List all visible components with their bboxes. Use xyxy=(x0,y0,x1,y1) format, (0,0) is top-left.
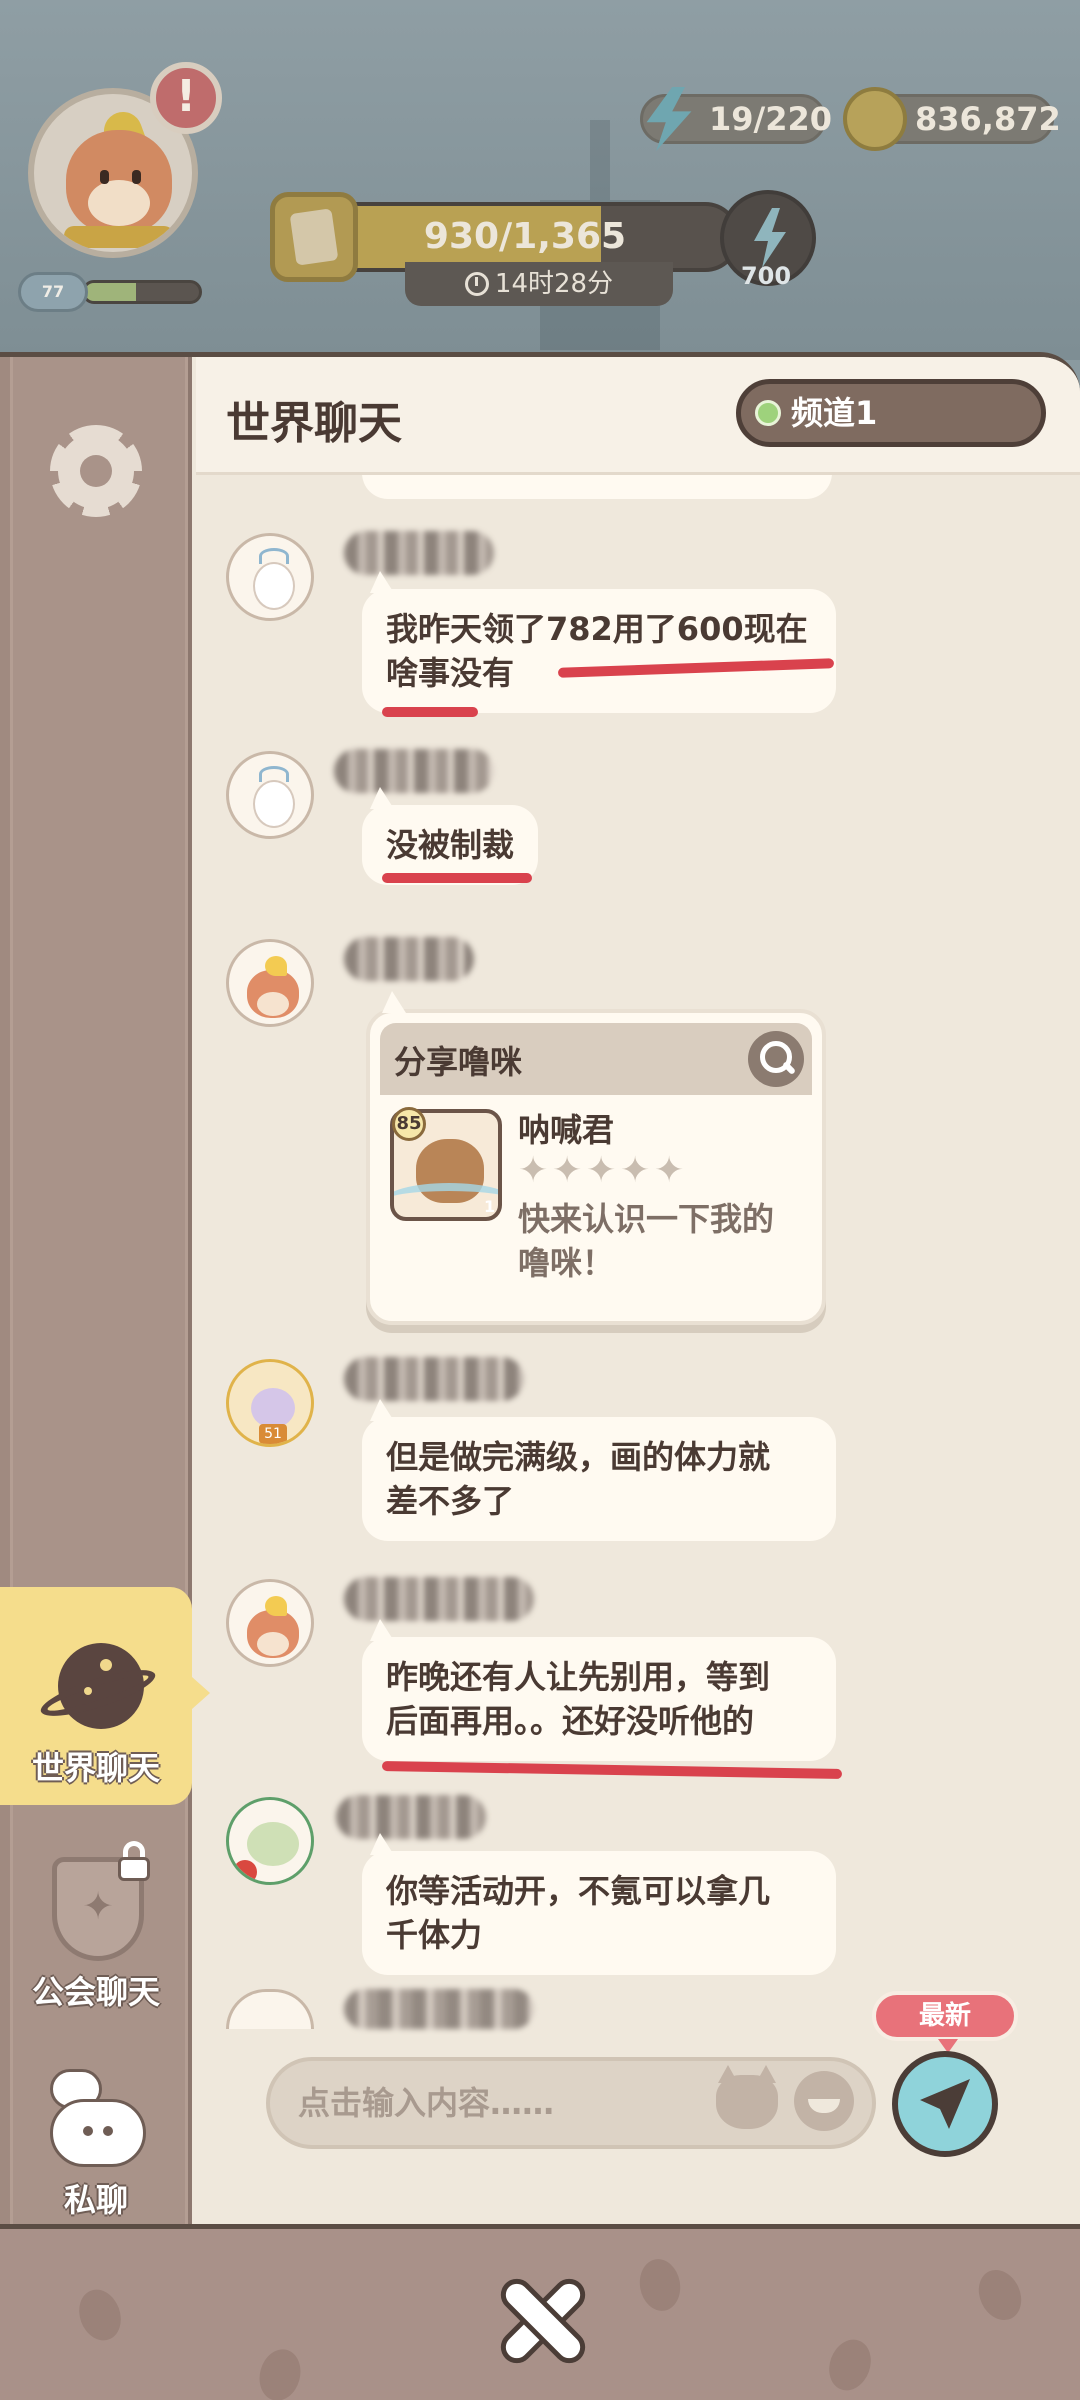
paw-decoration xyxy=(635,2255,685,2315)
blurred-username xyxy=(334,749,494,793)
message-input[interactable]: 点击输入内容…… xyxy=(266,2057,876,2149)
chat-input-bar: 点击输入内容…… 最新 xyxy=(196,1991,1080,2224)
player-level: 77 xyxy=(18,272,88,312)
channel-selector[interactable]: 频道1 xyxy=(736,379,1046,447)
newest-messages-button[interactable]: 最新 xyxy=(872,1991,1018,2053)
message-line: 没被制裁 xyxy=(386,826,515,864)
rating-stars: ✦ ✦ ✦ ✦ ✦ xyxy=(518,1151,694,1191)
message-line: 但是做完满级，画的体力就 xyxy=(386,1438,771,1476)
gear-icon[interactable] xyxy=(50,425,142,517)
tab-world-chat[interactable]: 世界聊天 xyxy=(0,1587,210,1805)
sheep-avatar[interactable] xyxy=(226,751,314,839)
highlight-underline xyxy=(382,873,532,883)
coin-icon xyxy=(843,87,907,151)
chat-header: 世界聊天 频道1 xyxy=(196,357,1080,475)
frog-avatar[interactable] xyxy=(226,1797,314,1885)
message-line: 差不多了 xyxy=(386,1482,515,1520)
clock-icon xyxy=(464,272,489,296)
send-button[interactable] xyxy=(892,2051,998,2157)
page-title: 世界聊天 xyxy=(226,398,402,449)
message-line: 你等活动开，不氪可以拿几 xyxy=(386,1872,771,1910)
blurred-username xyxy=(344,1357,524,1401)
coin-counter[interactable]: 836,872 xyxy=(843,87,1061,151)
energy-counter[interactable]: 19/220 xyxy=(640,87,832,151)
pet-level-badge: 85 xyxy=(392,1107,426,1141)
fox-avatar[interactable] xyxy=(226,939,314,1027)
pet-name: 呐喊君 xyxy=(518,1111,615,1149)
highlight-underline xyxy=(382,707,478,717)
search-icon[interactable] xyxy=(748,1031,804,1087)
chat-sidebar: 世界聊天 公会聊天 私聊 xyxy=(0,357,210,2224)
blurred-username xyxy=(344,937,474,981)
pet-description: 快来认识一下我的 噜咪！ xyxy=(518,1200,775,1282)
bottom-bar xyxy=(0,2224,1080,2400)
timer-text: 14时28分 xyxy=(494,269,614,299)
chat-panel: 世界聊天 公会聊天 私聊 世界聊天 频道1 我昨天领了782用了600现在 xyxy=(0,352,1080,2224)
energy-value: 19/220 xyxy=(709,100,833,138)
card-title: 分享噜咪 xyxy=(394,1043,523,1081)
avatar-level-badge: 51 xyxy=(259,1424,287,1444)
xp-bar xyxy=(82,280,202,304)
paw-decoration xyxy=(970,2262,1030,2328)
tab-guild-chat[interactable]: 公会聊天 xyxy=(0,1827,192,2027)
online-dot-icon xyxy=(755,400,781,426)
alert-badge[interactable]: ! xyxy=(150,62,222,134)
star-icon: ✦ xyxy=(620,1150,651,1191)
blurred-username xyxy=(344,1989,534,2029)
fox-avatar[interactable] xyxy=(226,1579,314,1667)
chat-bubble: 昨晚还有人让先别用，等到 后面再用。。还好没听他的 xyxy=(362,1619,836,1761)
sheep-avatar[interactable] xyxy=(226,533,314,621)
blurred-username xyxy=(344,1577,534,1621)
chat-bubble xyxy=(362,475,832,499)
sticker-cat-icon[interactable] xyxy=(716,2065,778,2129)
close-button[interactable] xyxy=(500,2279,584,2363)
stamina-bonus-value: 700 xyxy=(740,262,792,290)
chat-bubble: 你等活动开，不氪可以拿几 千体力 xyxy=(362,1833,836,1975)
message-line: 我昨天领了782用了600现在 xyxy=(386,610,808,648)
blurred-username xyxy=(344,531,494,575)
channel-label: 频道1 xyxy=(791,394,878,432)
star-icon: ✦ xyxy=(654,1150,685,1191)
star-icon: ✦ xyxy=(586,1150,617,1191)
blurred-username xyxy=(336,1795,486,1839)
message-list[interactable]: 我昨天领了782用了600现在 啥事没有 没被制裁 分享噜咪 85 1 呐喊君 … xyxy=(196,475,1080,2035)
highlight-underline xyxy=(381,1760,843,1780)
star-icon: ✦ xyxy=(518,1150,549,1191)
message-line: 昨晚还有人让先别用，等到 xyxy=(386,1658,771,1696)
coin-value: 836,872 xyxy=(915,100,1061,138)
emoji-icon[interactable] xyxy=(794,2071,854,2131)
paw-decoration xyxy=(822,2333,878,2397)
crown-avatar[interactable]: 51 xyxy=(226,1359,314,1447)
top-hud: ! 77 19/220 836,872 930/1,365 700 14时28分 xyxy=(0,0,1080,360)
tab-private-chat[interactable]: 私聊 xyxy=(0,2047,192,2224)
avatar[interactable] xyxy=(226,1989,314,2029)
pet-count: 1 xyxy=(484,1197,496,1216)
chat-bubble: 但是做完满级，画的体力就 差不多了 xyxy=(362,1399,836,1541)
lock-icon xyxy=(114,1841,154,1881)
paw-decoration xyxy=(253,2344,307,2400)
tab-label: 私聊 xyxy=(63,2181,128,2219)
refill-timer: 14时28分 xyxy=(405,262,673,306)
pet-share-card[interactable]: 分享噜咪 85 1 呐喊君 ✦ ✦ ✦ ✦ ✦ 快来认识一下我的 噜咪！ xyxy=(366,991,826,1325)
tab-label: 公会聊天 xyxy=(31,1973,160,2011)
chat-bubble: 我昨天领了782用了600现在 啥事没有 xyxy=(362,571,836,713)
message-line: 后面再用。。还好没听他的 xyxy=(386,1702,755,1740)
paw-decoration xyxy=(72,2283,128,2347)
tab-label: 世界聊天 xyxy=(31,1749,160,1787)
message-line: 千体力 xyxy=(386,1916,483,1954)
star-icon: ✦ xyxy=(552,1150,583,1191)
